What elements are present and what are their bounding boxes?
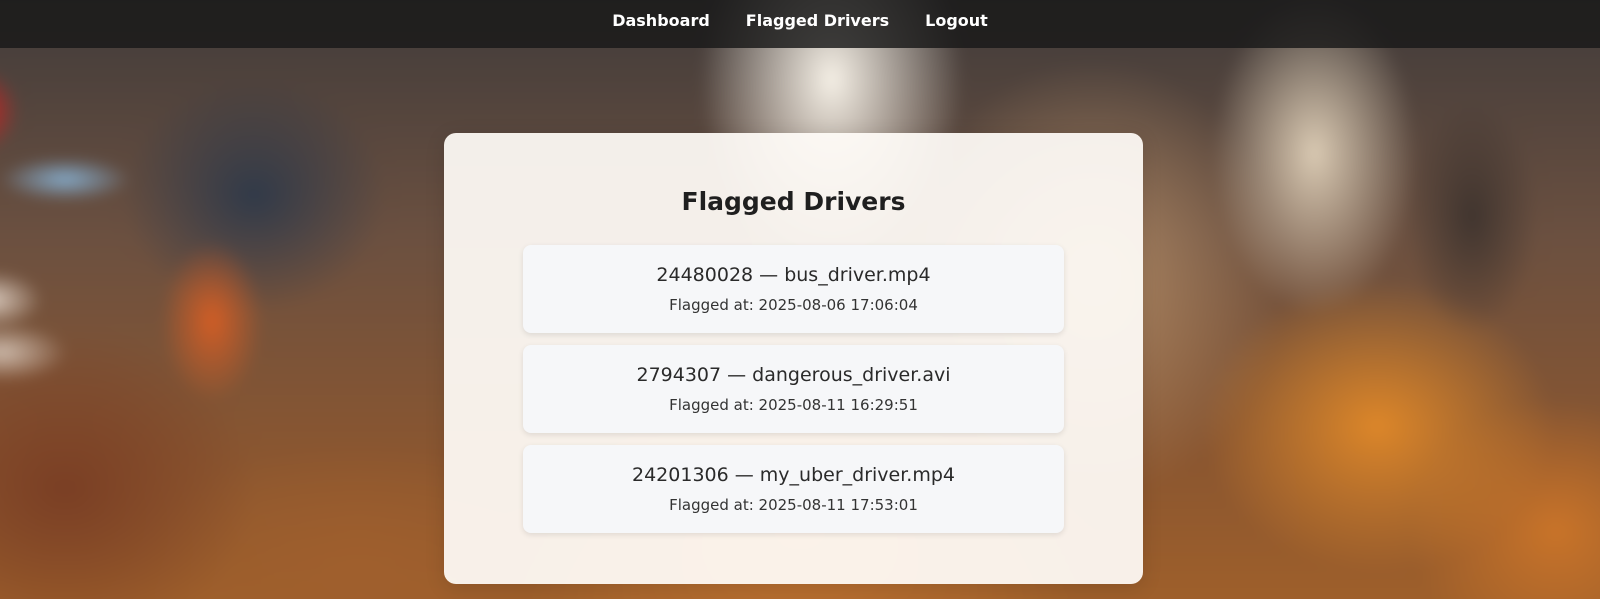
nav-logout-link[interactable]: Logout [925,11,988,30]
flagged-drivers-card: Flagged Drivers 24480028 — bus_driver.mp… [444,133,1143,584]
entry-flagged-time: Flagged at: 2025-08-11 17:53:01 [669,496,918,514]
entry-title: 2794307 — dangerous_driver.avi [636,364,951,386]
entry-title: 24201306 — my_uber_driver.mp4 [632,464,955,486]
list-item[interactable]: 24201306 — my_uber_driver.mp4 Flagged at… [523,445,1064,533]
top-navigation: Dashboard Flagged Drivers Logout [0,0,1600,48]
page-title: Flagged Drivers [681,187,906,216]
nav-flagged-drivers-link[interactable]: Flagged Drivers [746,11,889,30]
entry-title: 24480028 — bus_driver.mp4 [656,264,931,286]
list-item[interactable]: 2794307 — dangerous_driver.avi Flagged a… [523,345,1064,433]
flagged-drivers-list: 24480028 — bus_driver.mp4 Flagged at: 20… [523,245,1064,545]
entry-flagged-time: Flagged at: 2025-08-11 16:29:51 [669,396,918,414]
list-item[interactable]: 24480028 — bus_driver.mp4 Flagged at: 20… [523,245,1064,333]
entry-flagged-time: Flagged at: 2025-08-06 17:06:04 [669,296,918,314]
nav-dashboard-link[interactable]: Dashboard [612,11,710,30]
